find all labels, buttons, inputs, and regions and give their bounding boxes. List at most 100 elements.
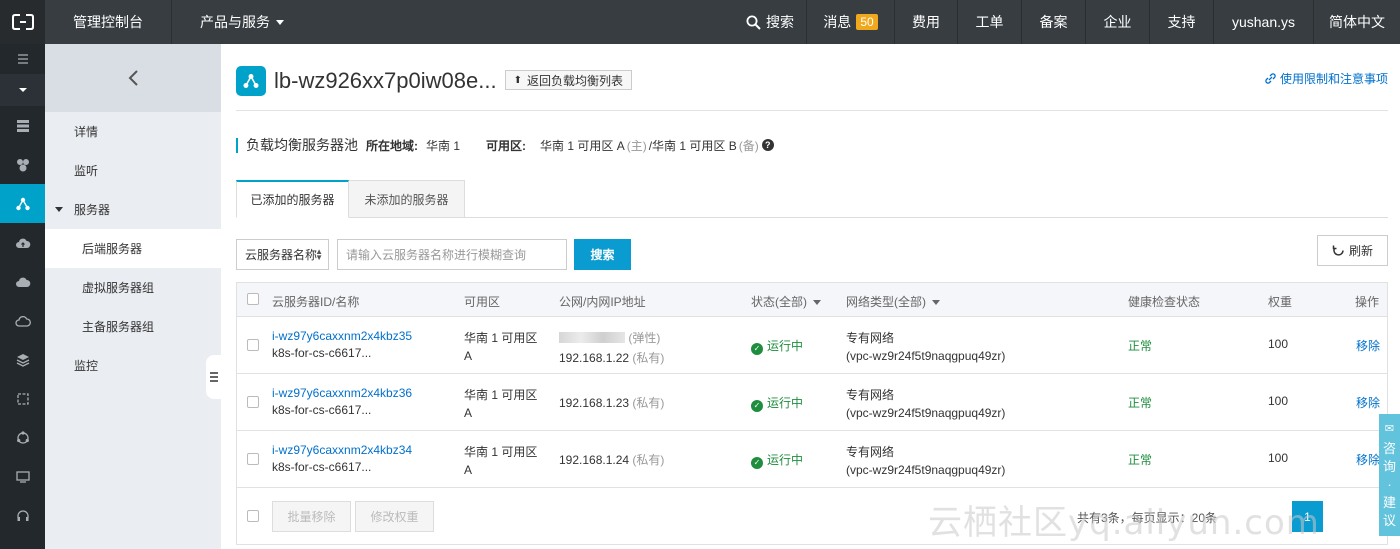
edit-weight-button[interactable]: 修改权重 xyxy=(355,501,434,532)
sidebar-collapse-toggle[interactable] xyxy=(206,355,221,399)
zone-line2: A xyxy=(464,463,473,477)
row-checkbox[interactable] xyxy=(247,339,259,351)
server-tabs: 已添加的服务器 未添加的服务器 xyxy=(236,180,1388,218)
server-name: k8s-for-cs-c6617... xyxy=(272,403,372,417)
sidebar-item-master-slave-groups[interactable]: 主备服务器组 xyxy=(45,307,221,346)
console-home-link[interactable]: 管理控制台 xyxy=(45,0,171,44)
expand-icon[interactable] xyxy=(0,74,45,106)
usage-limits-label: 使用限制和注意事项 xyxy=(1279,72,1388,86)
col-header-id: 云服务器ID/名称 xyxy=(272,295,360,309)
usage-limits-link[interactable]: 使用限制和注意事项 xyxy=(1264,70,1388,87)
col-header-status[interactable]: 状态(全部) xyxy=(751,293,821,310)
sidebar-item-backend-servers[interactable]: 后端服务器 xyxy=(45,229,221,268)
server-id-link[interactable]: i-wz97y6caxxnm2x4kbz36 xyxy=(272,386,412,400)
remove-link[interactable]: 移除 xyxy=(1356,337,1380,354)
aliyun-logo-icon[interactable] xyxy=(0,0,45,44)
col-header-network[interactable]: 网络类型(全部) xyxy=(846,293,940,310)
cloud-outline-icon[interactable] xyxy=(0,301,45,340)
region-value: 华南 1 xyxy=(426,138,461,153)
network-type: 专有网络 xyxy=(846,331,895,345)
zone-line1: 华南 1 可用区 xyxy=(464,445,538,459)
sidebar-item-monitoring[interactable]: 监控 xyxy=(45,346,221,385)
public-ip-redacted: (弹性) xyxy=(559,331,660,345)
remove-link[interactable]: 移除 xyxy=(1356,451,1380,468)
server-name: k8s-for-cs-c6617... xyxy=(272,346,372,360)
remove-link[interactable]: 移除 xyxy=(1356,394,1380,411)
products-menu[interactable]: 产品与服务 xyxy=(171,0,312,44)
check-circle-icon: ✓ xyxy=(751,456,763,469)
table-header: 云服务器ID/名称 可用区 公网/内网IP地址 状态(全部) 网络类型(全部) … xyxy=(237,283,1387,317)
vpc-id: (vpc-wz9r24f5t9naqgpuq49zr) xyxy=(846,463,1006,477)
messages-button[interactable]: 消息 50 xyxy=(806,0,894,44)
search-button[interactable]: 搜索 xyxy=(734,0,806,44)
tab-added-servers[interactable]: 已添加的服务器 xyxy=(236,180,349,218)
monitor-icon[interactable] xyxy=(0,457,45,496)
icp-link[interactable]: 备案 xyxy=(1021,0,1085,44)
hamburger-icon xyxy=(209,372,218,382)
slb-icon[interactable] xyxy=(0,184,45,223)
support-link[interactable]: 支持 xyxy=(1149,0,1213,44)
batch-remove-button[interactable]: 批量移除 xyxy=(272,501,351,532)
cloud-icon[interactable] xyxy=(0,262,45,301)
network-type: 专有网络 xyxy=(846,388,895,402)
row-checkbox[interactable] xyxy=(247,396,259,408)
zone-label: 可用区: xyxy=(486,138,527,153)
sidebar-back-button[interactable] xyxy=(45,44,221,112)
select-all-checkbox[interactable] xyxy=(247,293,259,305)
weight-value: 100 xyxy=(1268,394,1289,408)
headset-icon[interactable] xyxy=(0,496,45,535)
zone-line1: 华南 1 可用区 xyxy=(464,388,538,402)
network-filter-label: 网络类型(全部) xyxy=(846,295,926,309)
server-id-link[interactable]: i-wz97y6caxxnm2x4kbz34 xyxy=(272,443,412,457)
back-to-lb-list-button[interactable]: ⬆ 返回负载均衡列表 xyxy=(504,70,632,90)
table-footer: 批量移除 修改权重 共有3条，每页显示：20条 1 xyxy=(237,488,1387,544)
col-header-action: 操作 xyxy=(1355,295,1380,309)
caret-down-icon xyxy=(55,207,63,212)
cloud-upload-icon[interactable] xyxy=(0,223,45,262)
search-field-select[interactable]: 云服务器名称 ▲ ▼ xyxy=(236,239,329,270)
page-number-button[interactable]: 1 xyxy=(1292,501,1323,532)
sidebar-item-vserver-groups[interactable]: 虚拟服务器组 xyxy=(45,268,221,307)
layers-icon[interactable] xyxy=(0,340,45,379)
footer-select-all-checkbox[interactable] xyxy=(247,510,259,522)
zone-secondary: /华南 1 可用区 B xyxy=(648,138,737,153)
vpc-id: (vpc-wz9r24f5t9naqgpuq49zr) xyxy=(846,349,1006,363)
refresh-label: 刷新 xyxy=(1348,244,1373,258)
server-name: k8s-for-cs-c6617... xyxy=(272,460,372,474)
tab-not-added-servers[interactable]: 未添加的服务器 xyxy=(349,180,465,218)
select-updown-icon: ▲ ▼ xyxy=(315,247,323,262)
language-menu[interactable]: 简体中文 xyxy=(1313,0,1400,44)
enterprise-link[interactable]: 企业 xyxy=(1085,0,1149,44)
help-question-icon[interactable]: ? xyxy=(761,139,774,151)
search-submit-button[interactable]: 搜索 xyxy=(574,239,631,270)
status-filter-label: 状态(全部) xyxy=(751,295,807,309)
tickets-link[interactable]: 工单 xyxy=(957,0,1021,44)
sidebar-item-details[interactable]: 详情 xyxy=(45,112,221,151)
load-balancer-icon xyxy=(236,66,266,96)
zone-primary-tag: (主) xyxy=(626,138,647,153)
database-icon[interactable] xyxy=(0,145,45,184)
zone-line2: A xyxy=(464,406,473,420)
sidebar-group-servers[interactable]: 服务器 xyxy=(45,190,221,229)
chevron-left-icon xyxy=(128,70,138,86)
menu-icon[interactable] xyxy=(0,44,45,74)
server-id-link[interactable]: i-wz97y6caxxnm2x4kbz35 xyxy=(272,329,412,343)
link-icon xyxy=(1265,73,1276,84)
status-running: ✓ 运行中 xyxy=(751,451,803,469)
zone-secondary-tag: (备) xyxy=(738,138,759,153)
refresh-button[interactable]: 刷新 xyxy=(1317,235,1388,266)
search-icon xyxy=(746,15,761,30)
billing-link[interactable]: 费用 xyxy=(894,0,957,44)
row-checkbox[interactable] xyxy=(247,453,259,465)
search-field-select-value: 云服务器名称 xyxy=(245,248,318,262)
consult-char: · xyxy=(1387,477,1392,492)
search-label: 搜索 xyxy=(766,14,794,30)
cube-icon[interactable] xyxy=(0,379,45,418)
server-name-search-input[interactable] xyxy=(337,239,567,270)
server-icon[interactable] xyxy=(0,106,45,145)
user-menu[interactable]: yushan.ys xyxy=(1213,0,1313,44)
network-icon[interactable] xyxy=(0,418,45,457)
consult-feedback-tab[interactable]: ✉ 咨 询 · 建 议 xyxy=(1379,414,1400,536)
sidebar-item-listeners[interactable]: 监听 xyxy=(45,151,221,190)
consult-char: 询 xyxy=(1382,459,1396,474)
